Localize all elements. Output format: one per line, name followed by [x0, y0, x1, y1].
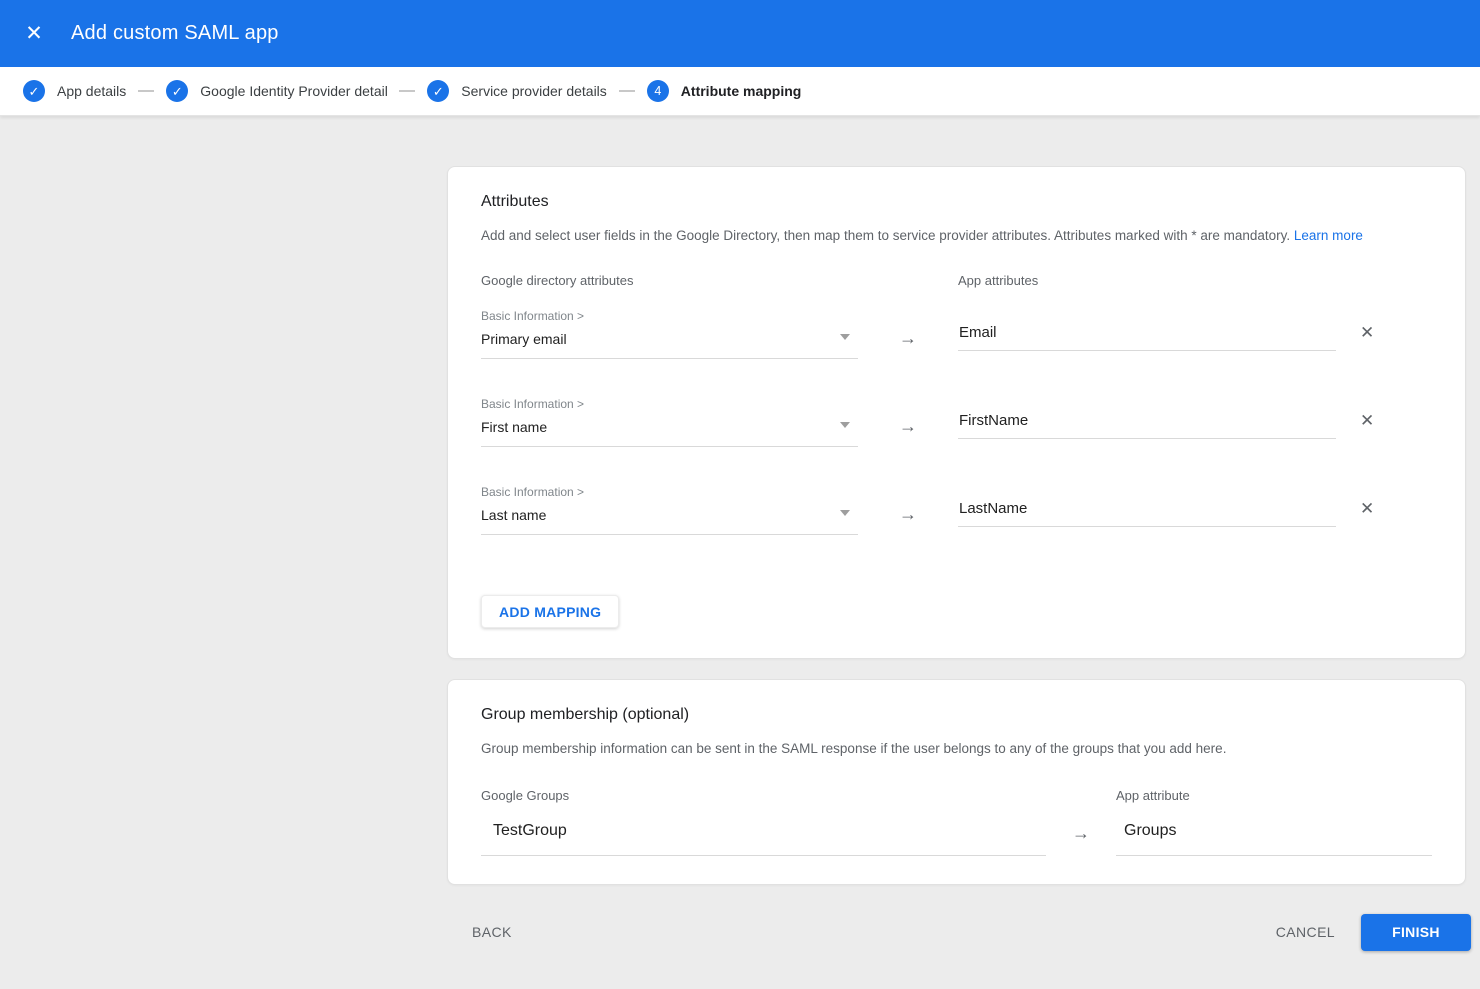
- attributes-card: Attributes Add and select user fields in…: [447, 166, 1466, 659]
- dropdown-arrow-icon: [840, 422, 850, 428]
- check-icon: ✓: [172, 85, 183, 98]
- app-attributes-header: App attributes: [958, 273, 1038, 288]
- group-column-headers: Google Groups App attribute: [481, 788, 1432, 803]
- step-connector: [619, 90, 635, 92]
- maps-to-arrow-icon: →: [858, 329, 958, 347]
- attributes-column-headers: Google directory attributes App attribut…: [481, 273, 1432, 288]
- app-attribute-input[interactable]: FirstName: [958, 411, 1336, 439]
- step-number-badge: 4: [647, 80, 669, 102]
- step-number: 4: [654, 85, 661, 98]
- attribute-category-label: Basic Information >: [481, 397, 858, 411]
- wizard-footer: BACK CANCEL FINISH: [447, 902, 1471, 962]
- directory-attribute-value: Primary email: [481, 330, 567, 348]
- group-mapping-row: TestGroup → Groups: [481, 815, 1432, 856]
- attributes-card-description: Add and select user fields in the Google…: [481, 227, 1432, 245]
- directory-attribute-select[interactable]: Basic Information > Primary email: [481, 309, 858, 359]
- app-attribute-header: App attribute: [1116, 788, 1190, 803]
- remove-mapping-icon[interactable]: ✕: [1360, 500, 1374, 517]
- step-service-provider-details[interactable]: ✓ Service provider details: [427, 80, 607, 102]
- directory-attribute-value: Last name: [481, 506, 546, 524]
- select-value-row: Last name: [481, 499, 858, 535]
- group-membership-title: Group membership (optional): [481, 706, 1432, 724]
- mapping-row: Basic Information > First name → FirstNa…: [481, 397, 1432, 447]
- step-label: Service provider details: [461, 83, 607, 99]
- step-complete-badge: ✓: [166, 80, 188, 102]
- google-groups-header: Google Groups: [481, 788, 1116, 803]
- group-membership-card: Group membership (optional) Group member…: [447, 679, 1466, 885]
- step-complete-badge: ✓: [23, 80, 45, 102]
- close-icon[interactable]: ✕: [14, 14, 54, 54]
- step-label: Attribute mapping: [681, 83, 802, 99]
- google-directory-attributes-header: Google directory attributes: [481, 273, 958, 288]
- mapping-row: Basic Information > Last name → LastName…: [481, 485, 1432, 535]
- back-button[interactable]: BACK: [472, 924, 512, 940]
- attribute-category-label: Basic Information >: [481, 309, 858, 323]
- group-app-attribute-input[interactable]: Groups: [1116, 815, 1432, 856]
- step-app-details[interactable]: ✓ App details: [23, 80, 126, 102]
- attribute-category-label: Basic Information >: [481, 485, 858, 499]
- check-icon: ✓: [29, 85, 40, 98]
- page-content: Attributes Add and select user fields in…: [0, 116, 1480, 989]
- attributes-description-text: Add and select user fields in the Google…: [481, 228, 1290, 243]
- add-mapping-button[interactable]: ADD MAPPING: [481, 595, 619, 628]
- mapping-row: Basic Information > Primary email → Emai…: [481, 309, 1432, 359]
- select-value-row: First name: [481, 411, 858, 447]
- app-attribute-input[interactable]: Email: [958, 323, 1336, 351]
- step-connector: [399, 90, 415, 92]
- page-title: Add custom SAML app: [71, 22, 279, 45]
- select-value-row: Primary email: [481, 323, 858, 359]
- app-attribute-input[interactable]: LastName: [958, 499, 1336, 527]
- step-attribute-mapping[interactable]: 4 Attribute mapping: [647, 80, 802, 102]
- google-groups-input[interactable]: TestGroup: [481, 815, 1046, 856]
- cancel-button[interactable]: CANCEL: [1276, 924, 1335, 940]
- group-membership-description: Group membership information can be sent…: [481, 740, 1432, 758]
- maps-to-arrow-icon: →: [858, 417, 958, 435]
- finish-button[interactable]: FINISH: [1361, 914, 1471, 951]
- remove-mapping-icon[interactable]: ✕: [1360, 324, 1374, 341]
- attributes-card-title: Attributes: [481, 193, 1432, 211]
- dropdown-arrow-icon: [840, 510, 850, 516]
- maps-to-arrow-icon: →: [1046, 823, 1116, 844]
- directory-attribute-select[interactable]: Basic Information > First name: [481, 397, 858, 447]
- maps-to-arrow-icon: →: [858, 505, 958, 523]
- step-label: App details: [57, 83, 126, 99]
- step-label: Google Identity Provider details: [200, 83, 387, 99]
- learn-more-link[interactable]: Learn more: [1294, 228, 1363, 243]
- check-icon: ✓: [433, 85, 444, 98]
- step-complete-badge: ✓: [427, 80, 449, 102]
- wizard-stepper: ✓ App details ✓ Google Identity Provider…: [0, 67, 1480, 116]
- directory-attribute-value: First name: [481, 418, 547, 436]
- directory-attribute-select[interactable]: Basic Information > Last name: [481, 485, 858, 535]
- step-google-idp-details[interactable]: ✓ Google Identity Provider details: [166, 80, 387, 102]
- step-connector: [138, 90, 154, 92]
- app-header: ✕ Add custom SAML app: [0, 0, 1480, 67]
- dropdown-arrow-icon: [840, 334, 850, 340]
- remove-mapping-icon[interactable]: ✕: [1360, 412, 1374, 429]
